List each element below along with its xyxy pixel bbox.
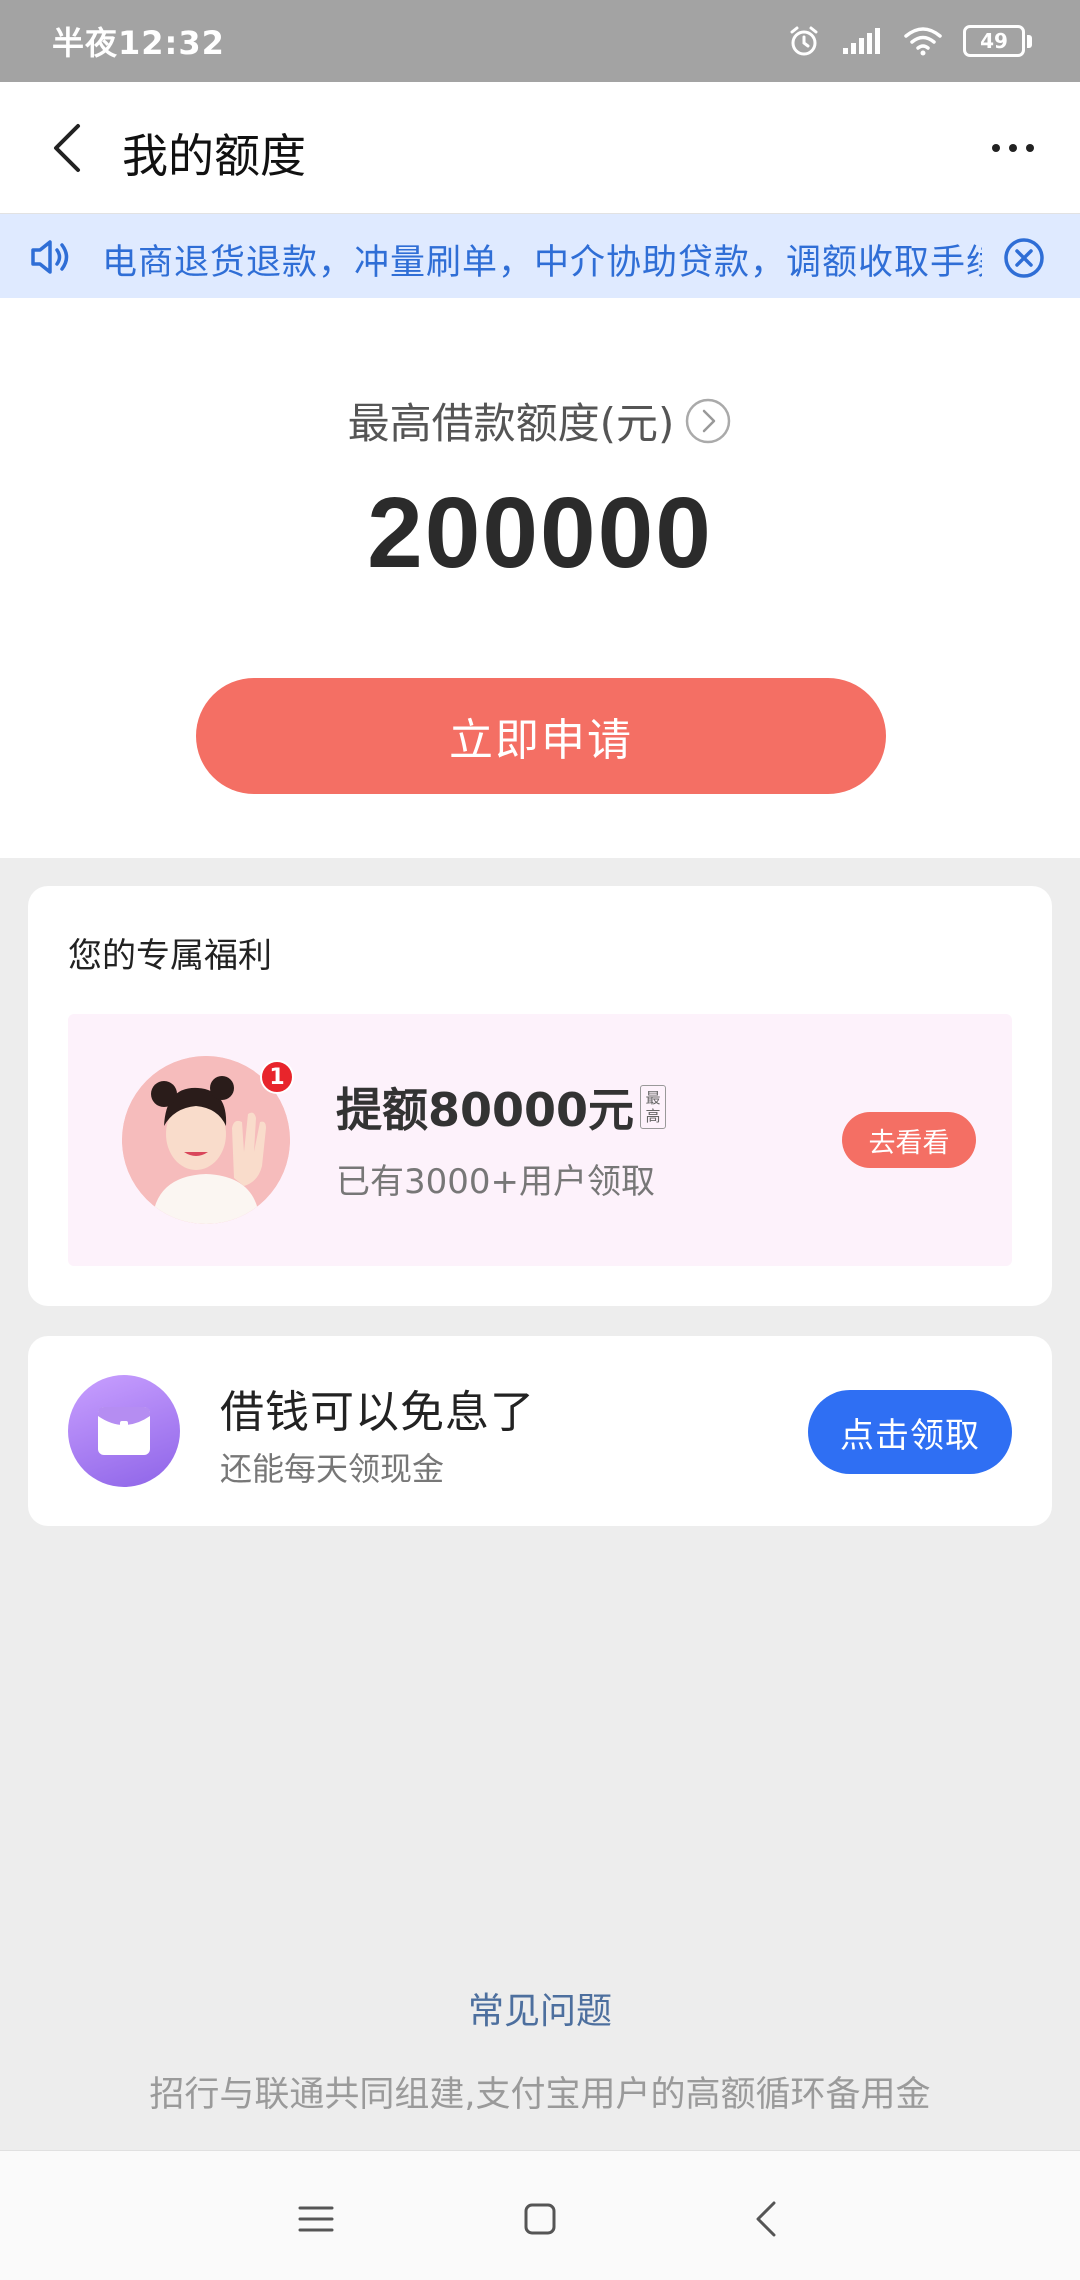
- promo-subtitle: 已有3000+用户领取: [336, 1162, 656, 1202]
- benefits-card: 您的专属福利 1 提额80000元 最 高 已有3000+用户领取 去看看: [28, 886, 1052, 1306]
- apply-now-button[interactable]: 立即申请: [196, 678, 886, 794]
- battery-icon: 49: [963, 25, 1032, 57]
- chevron-left-icon: [54, 124, 80, 172]
- wifi-icon: [904, 27, 942, 56]
- faq-link[interactable]: 常见问题: [0, 1982, 1080, 2034]
- home-button[interactable]: [510, 2189, 570, 2249]
- system-back-button[interactable]: [736, 2189, 796, 2249]
- alarm-icon: [790, 26, 818, 56]
- more-options-button[interactable]: [978, 122, 1048, 174]
- status-bar: 半夜12:32 49: [0, 0, 1080, 82]
- more-dots-icon: [992, 144, 1000, 152]
- interest-subtitle: 还能每天领现金: [220, 1450, 445, 1488]
- credit-label: 最高借款额度(元): [347, 399, 675, 448]
- credit-amount: 200000: [367, 477, 713, 589]
- signal-icon: [843, 28, 880, 54]
- view-promo-button[interactable]: 去看看: [842, 1112, 976, 1168]
- battery-level: 49: [963, 25, 1025, 57]
- notice-bar[interactable]: 电商退货退款，冲量刷单，中介协助贷款，调额收取手续费: [0, 214, 1080, 298]
- nav-bar: 我的额度: [0, 82, 1080, 214]
- red-envelope-icon: [68, 1375, 180, 1487]
- promo-title: 提额80000元: [336, 1083, 635, 1137]
- more-dots-icon: [1009, 144, 1017, 152]
- system-nav-bar: [0, 2150, 1080, 2280]
- page-title: 我的额度: [122, 129, 306, 183]
- benefits-title: 您的专属福利: [68, 936, 272, 976]
- promo-title-row: 提额80000元 最 高: [336, 1074, 667, 1140]
- interest-title: 借钱可以免息了: [220, 1387, 535, 1438]
- credit-section: 最高借款额度(元) 200000 立即申请: [0, 298, 1080, 858]
- close-circle-icon[interactable]: [1002, 236, 1046, 280]
- menu-icon: [298, 2206, 334, 2232]
- max-tag-line2: 高: [645, 1107, 661, 1125]
- chevron-right-circle-icon[interactable]: [684, 397, 732, 445]
- credit-label-row[interactable]: 最高借款额度(元): [0, 390, 1080, 451]
- square-icon: [524, 2203, 556, 2235]
- triangle-back-icon: [756, 2201, 776, 2237]
- promo-banner[interactable]: 1 提额80000元 最 高 已有3000+用户领取 去看看: [68, 1014, 1012, 1266]
- speaker-icon: [31, 240, 69, 274]
- max-tag: 最 高: [640, 1085, 667, 1129]
- back-button[interactable]: [36, 116, 100, 180]
- status-icons: 49: [787, 24, 1032, 58]
- status-time: 半夜12:32: [52, 24, 225, 62]
- footer-description: 招行与联通共同组建,支付宝用户的高额循环备用金: [149, 2075, 931, 2115]
- max-tag-line1: 最: [645, 1089, 661, 1107]
- battery-tip: [1027, 34, 1032, 48]
- interest-free-card[interactable]: 借钱可以免息了 还能每天领现金 点击领取: [28, 1336, 1052, 1526]
- recent-apps-button[interactable]: [286, 2189, 346, 2249]
- claim-button[interactable]: 点击领取: [808, 1390, 1012, 1474]
- more-dots-icon: [1026, 144, 1034, 152]
- notice-text: 电商退货退款，冲量刷单，中介协助贷款，调额收取手续费: [102, 243, 982, 283]
- notification-badge: 1: [260, 1060, 294, 1094]
